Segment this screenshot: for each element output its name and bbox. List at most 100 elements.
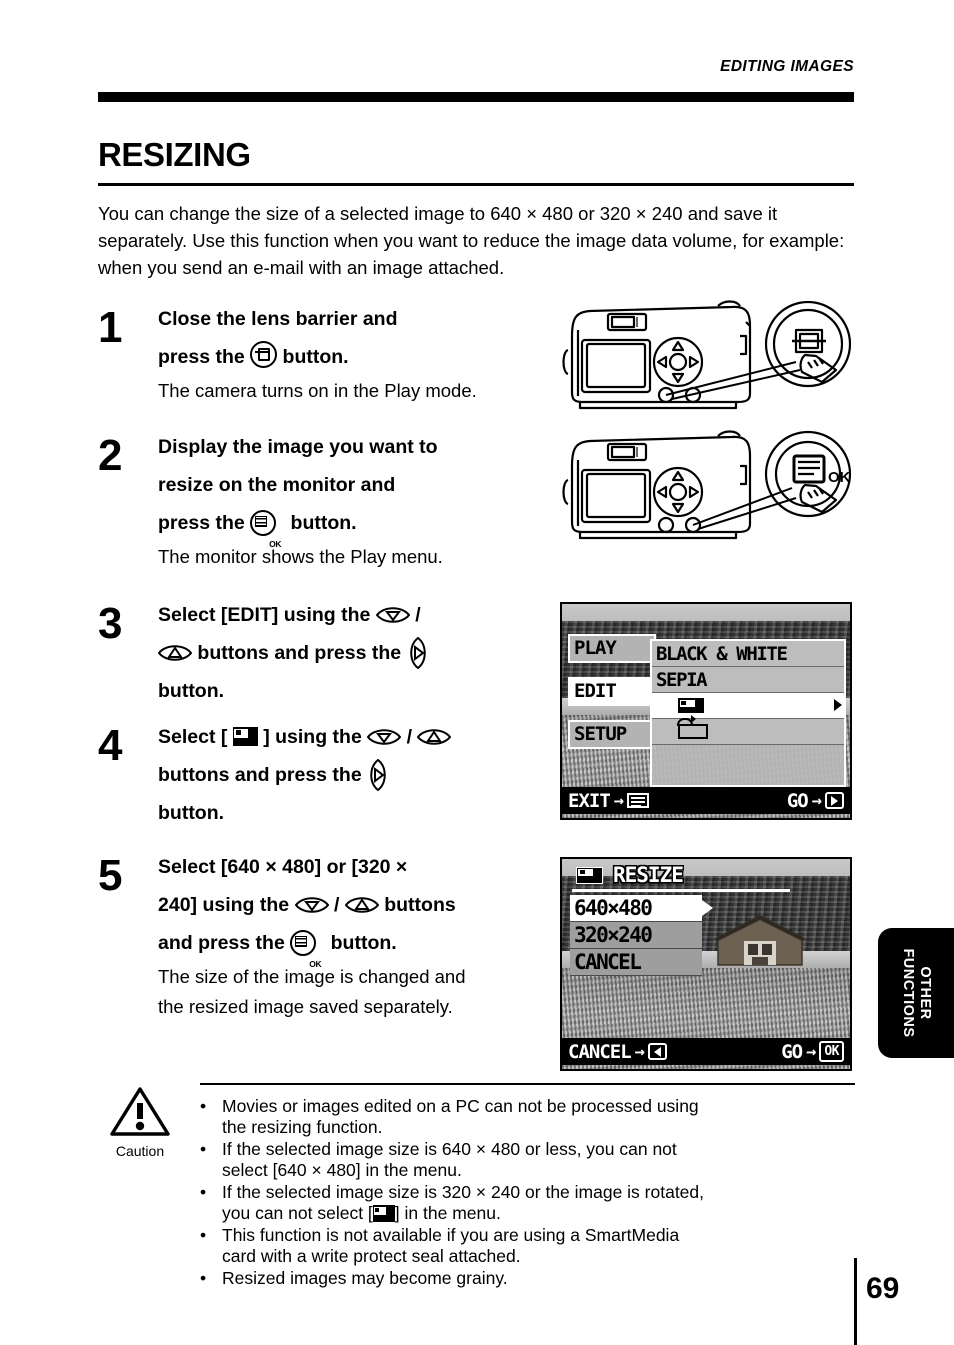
step-heading-line: Select [EDIT] using the / [158,596,558,634]
step-heading-line: and press the OK button. [158,924,558,969]
step-number: 1 [98,303,123,352]
step-text: button. [330,932,397,954]
caution-line: Movies or images edited on a PC can not … [222,1096,699,1116]
caution-line: card with a write protect seal attached. [222,1246,521,1266]
step-heading-line: resize on the monitor and [158,474,396,496]
arrow-right-glyph: → [613,790,624,811]
step-text: 240] using the [158,894,290,916]
up-arrow-button-icon [344,897,379,913]
lcd-exit-label: EXIT [568,789,611,812]
step-number: 2 [98,431,123,480]
caution-icon-block: Caution [100,1086,180,1159]
header-rule [98,92,854,102]
step-text: and press the [158,932,285,954]
step-number: 3 [98,599,123,648]
step-heading-line: press the OK button. [158,504,558,549]
menu-ok-button-icon: OK [250,510,282,549]
step-body: Display the image you want to resize on … [158,428,566,572]
lcd-resize-option-640x480[interactable]: 640×480 [570,895,713,922]
lcd-go-label: GO [781,1040,803,1063]
step-text: ] using the [263,726,362,748]
rotate-icon [677,715,708,739]
lcd-edit-submenu: BLACK & WHITE SEPIA [650,639,846,787]
step-number: 5 [98,851,123,900]
ok-button-icon: OK [819,1041,844,1062]
lcd-bottom-bar: EXIT → GO → [562,787,850,814]
camera-figure-play-button [560,300,854,415]
arrow-right-glyph: → [806,1041,816,1062]
camera-figure-menu-button: OK [560,430,854,545]
page-number: 69 [866,1272,900,1305]
step-heading-line: buttons and press the [158,756,558,794]
lcd-submenu-item-sepia[interactable]: SEPIA [652,667,844,693]
side-tab-line-1: OTHER [917,966,933,1020]
lcd-resize-option-320x240[interactable]: 320×240 [570,922,702,949]
intro-paragraph: You can change the size of a selected im… [98,203,845,278]
lcd-go-label: GO [786,789,809,812]
arrow-right-glyph: → [811,790,822,811]
step-subtext: The monitor shows the Play menu. [158,546,443,567]
lcd-resize-option-cancel[interactable]: CANCEL [570,949,702,976]
lcd-cancel-hint: CANCEL → [568,1041,667,1063]
lcd-resize-options: 640×480 320×240 CANCEL [570,895,713,976]
warning-triangle-icon [110,1087,170,1136]
step-body: Select [ ] using the / buttons and press… [158,718,566,832]
step-body: Select [EDIT] using the / buttons and pr… [158,596,566,710]
step-text: Select [ [158,726,228,748]
side-tab-other-functions: OTHER FUNCTIONS [878,928,954,1058]
caution-item-text: This function is not available if you ar… [222,1225,860,1267]
lcd-submenu-item-black-and-white[interactable]: BLACK & WHITE [652,641,844,667]
running-head: EDITING IMAGES [720,58,854,75]
step-text: / [415,604,421,626]
step-heading-line: Display the image you want to [158,436,438,458]
step-heading-line: Close the lens barrier and [158,308,398,330]
bullet-glyph: • [200,1096,207,1116]
side-tab-line-2: FUNCTIONS [900,948,916,1038]
caution-line: select [640 × 480] in the menu. [222,1160,462,1180]
lcd-submenu-item-resize[interactable] [652,693,844,719]
arrow-right-glyph: → [634,1041,645,1062]
caution-line: If the selected image size is 320 × 240 … [222,1182,705,1202]
step-heading-line: 240] using the / buttons [158,886,558,924]
menu-icon [627,793,650,808]
caution-line: you can not select [ [222,1203,373,1223]
step-heading-line: button. [158,680,225,702]
resize-icon [372,1205,395,1222]
step-text: buttons and press the [197,642,402,664]
resize-icon [232,727,258,746]
caution-line: ] in the menu. [394,1203,501,1223]
bullet-glyph: • [200,1225,207,1245]
step-text: press the [158,512,245,534]
lcd-exit-hint: EXIT → [568,789,650,812]
lcd-menu-item-play[interactable]: PLAY [568,634,656,663]
caution-rule [200,1083,855,1085]
caution-item: • Movies or images edited on a PC can no… [200,1096,860,1138]
step-heading-line: buttons and press the [158,634,558,672]
page-title: RESIZING [98,136,251,173]
svg-text:OK: OK [828,469,851,486]
caution-label: Caution [115,1143,165,1159]
resize-icon [678,698,704,713]
step-body: Close the lens barrier and press the but… [158,300,566,406]
side-tab-label: OTHER FUNCTIONS [899,948,933,1037]
up-arrow-button-icon [417,729,452,745]
step-heading-line: Select [640 × 480] or [320 × [158,856,408,878]
caution-item: • If the selected image size is 320 × 24… [200,1182,860,1224]
lcd-screenshot-edit-menu: PLAY EDIT SETUP BLACK & WHITE SEPIA EXIT… [560,602,852,820]
right-arrow-button-icon [370,759,386,791]
step-text: / [406,726,413,748]
step-text: press the [158,346,245,368]
lcd-submenu-item-rotate[interactable] [652,715,844,745]
lcd-cancel-label: CANCEL [568,1040,632,1063]
caution-item-text: Resized images may become grainy. [222,1268,508,1288]
bullet-glyph: • [200,1139,207,1159]
down-arrow-button-icon [294,897,329,913]
lcd-menu-item-setup[interactable]: SETUP [568,720,656,749]
caution-line: This function is not available if you ar… [222,1225,680,1245]
step-number: 4 [98,721,123,770]
left-button-icon [647,1043,667,1060]
caution-line: the resizing function. [222,1117,383,1137]
up-arrow-button-icon [158,645,192,661]
lcd-menu-item-edit[interactable]: EDIT [568,677,667,706]
caution-item: • If the selected image size is 640 × 48… [200,1139,860,1181]
